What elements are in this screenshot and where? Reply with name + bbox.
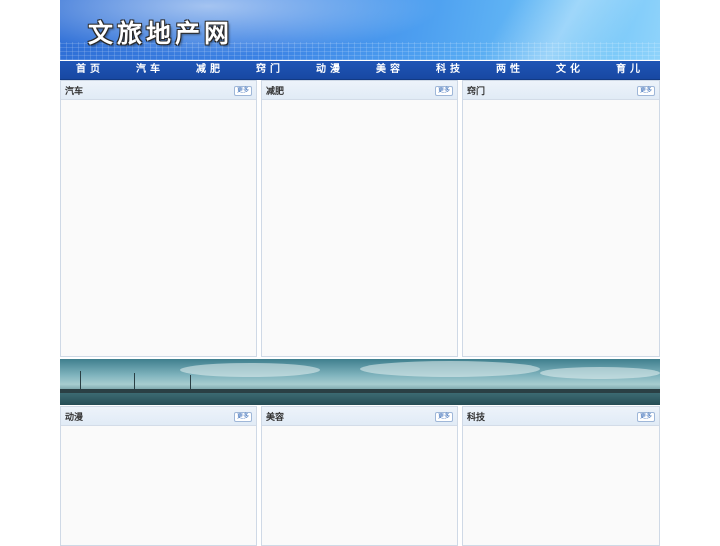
panel-diet: 减肥 更多 — [261, 80, 458, 357]
site-title: 文旅地产网 — [88, 19, 234, 48]
nav-item-home[interactable]: 首页 — [60, 61, 120, 79]
more-link[interactable]: 更多 — [233, 86, 252, 96]
panel-header: 动漫 更多 — [61, 407, 256, 426]
more-link[interactable]: 更多 — [434, 86, 453, 96]
panel-header: 科技 更多 — [463, 407, 659, 426]
cloud-shape — [360, 361, 540, 377]
more-link[interactable]: 更多 — [636, 86, 655, 96]
panel-beauty: 美容 更多 — [261, 406, 458, 546]
nav-item-tech[interactable]: 科技 — [420, 61, 480, 79]
page-container: 文旅地产网 首页 汽车 减肥 窍门 动漫 美容 科技 两性 文化 育儿 汽车 更… — [60, 0, 660, 546]
more-link[interactable]: 更多 — [636, 412, 655, 422]
nav-item-diet[interactable]: 减肥 — [180, 61, 240, 79]
panel-title: 汽车 — [65, 87, 84, 97]
cloud-shape — [180, 363, 320, 377]
nav-item-culture[interactable]: 文化 — [540, 61, 600, 79]
nav-item-relationships[interactable]: 两性 — [480, 61, 540, 79]
cloud-shape — [540, 367, 660, 379]
header-banner: 文旅地产网 — [60, 0, 660, 60]
panel-title: 减肥 — [266, 87, 285, 97]
panel-tips: 窍门 更多 — [462, 80, 660, 357]
lamp-pole — [80, 371, 81, 391]
sea-water — [60, 393, 660, 405]
panel-header: 减肥 更多 — [262, 81, 457, 100]
bridge-photo-banner — [60, 359, 660, 405]
panel-title: 科技 — [467, 413, 486, 423]
panel-title: 美容 — [266, 413, 285, 423]
panel-title: 动漫 — [65, 413, 84, 423]
nav-item-beauty[interactable]: 美容 — [360, 61, 420, 79]
nav-item-tips[interactable]: 窍门 — [240, 61, 300, 79]
panel-anime: 动漫 更多 — [60, 406, 257, 546]
nav-item-car[interactable]: 汽车 — [120, 61, 180, 79]
panel-tech: 科技 更多 — [462, 406, 660, 546]
more-link[interactable]: 更多 — [434, 412, 453, 422]
panel-header: 窍门 更多 — [463, 81, 659, 100]
panel-header: 汽车 更多 — [61, 81, 256, 100]
nav-item-parenting[interactable]: 育儿 — [600, 61, 660, 79]
panel-car: 汽车 更多 — [60, 80, 257, 357]
panel-title: 窍门 — [467, 87, 486, 97]
main-nav: 首页 汽车 减肥 窍门 动漫 美容 科技 两性 文化 育儿 — [60, 61, 660, 80]
panel-header: 美容 更多 — [262, 407, 457, 426]
nav-item-anime[interactable]: 动漫 — [300, 61, 360, 79]
more-link[interactable]: 更多 — [233, 412, 252, 422]
